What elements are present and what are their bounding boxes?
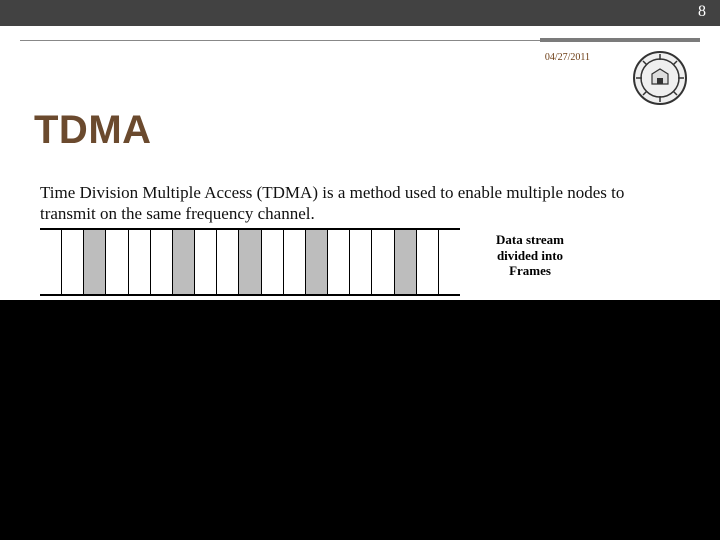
frame-slot-empty — [106, 230, 128, 294]
lower-black-region — [0, 300, 720, 540]
diagram-label-line: Data stream — [496, 232, 564, 247]
frame-slot-filled — [306, 230, 328, 294]
frame-slot-empty — [129, 230, 151, 294]
slide-title: TDMA — [34, 108, 152, 153]
frame-slot-empty — [328, 230, 350, 294]
frame-slot-filled — [173, 230, 195, 294]
frame-slot-empty — [284, 230, 306, 294]
diagram-label: Data stream divided into Frames — [470, 232, 590, 279]
frame-slot-empty — [439, 230, 460, 294]
top-bar: 8 — [0, 0, 720, 26]
frame-slots — [40, 228, 460, 296]
frame-slot-filled — [239, 230, 261, 294]
frame-slot-filled — [84, 230, 106, 294]
frame-slot-empty — [372, 230, 394, 294]
tdma-frame-diagram: Data stream divided into Frames — [40, 228, 570, 292]
diagram-label-line: divided into — [497, 248, 563, 263]
university-seal-icon — [632, 50, 688, 106]
frame-slot-empty — [62, 230, 84, 294]
frame-slot-empty — [40, 230, 62, 294]
frame-slot-filled — [395, 230, 417, 294]
frame-slot-empty — [217, 230, 239, 294]
diagram-label-line: Frames — [509, 263, 551, 278]
frame-slot-empty — [262, 230, 284, 294]
date-stamp: 04/27/2011 — [545, 52, 590, 63]
divider-accent — [540, 38, 700, 42]
frame-slot-empty — [151, 230, 173, 294]
page-number: 8 — [698, 3, 706, 21]
frame-slot-empty — [417, 230, 439, 294]
frame-slot-empty — [350, 230, 372, 294]
frame-slot-empty — [195, 230, 217, 294]
body-text: Time Division Multiple Access (TDMA) is … — [40, 182, 680, 225]
